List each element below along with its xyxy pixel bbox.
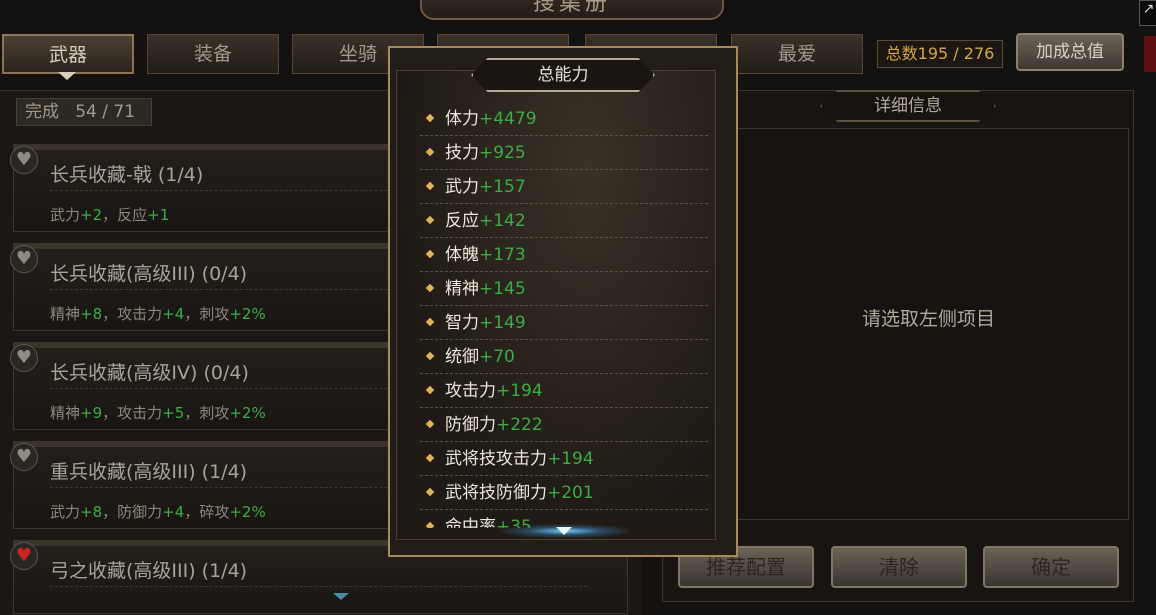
collection-stats: 精神+9，攻击力+5，刺攻+2% — [50, 404, 266, 422]
collection-name: 长兵收藏(高级III) (0/4) — [50, 263, 248, 285]
edge-decoration — [1144, 36, 1156, 72]
window-title: 搜集册 — [420, 0, 724, 20]
collection-stats: 精神+8，攻击力+4，刺攻+2% — [50, 305, 266, 323]
tab-weapons[interactable]: 武器 — [2, 34, 134, 74]
collection-name: 重兵收藏(高级III) (1/4) — [50, 461, 248, 483]
chevron-down-icon[interactable] — [556, 527, 572, 535]
total-count: 总数195 / 276 — [877, 40, 1003, 68]
stat-row: 武力+157 — [420, 170, 708, 204]
close-icon[interactable]: ↗ — [1139, 0, 1156, 26]
stat-row: 反应+142 — [420, 204, 708, 238]
heart-icon[interactable]: ♥ — [10, 245, 38, 273]
tab-equipment[interactable]: 装备 — [147, 34, 279, 74]
bonus-total-button[interactable]: 加成总值 — [1016, 33, 1124, 71]
heart-icon[interactable]: ♥ — [10, 146, 38, 174]
stat-row: 武将技防御力+201 — [420, 476, 708, 510]
collection-stats: 武力+2，反应+1 — [50, 206, 170, 224]
tab-favorites[interactable]: 最爱 — [731, 34, 863, 74]
stat-row: 体魄+173 — [420, 238, 708, 272]
popup-title: 总能力 — [471, 58, 655, 92]
collection-name: 长兵收藏-戟 (1/4) — [50, 164, 204, 186]
stat-row: 技力+925 — [420, 136, 708, 170]
popup-stat-list[interactable]: 体力+4479 技力+925 武力+157 反应+142 体魄+173 精神+1… — [396, 100, 716, 528]
stat-row: 防御力+222 — [420, 408, 708, 442]
stat-row: 体力+4479 — [420, 102, 708, 136]
progress-label: 完成 — [25, 102, 59, 122]
progress-value: 54 / 71 — [75, 102, 136, 122]
stat-row: 统御+70 — [420, 340, 708, 374]
stat-row: 攻击力+194 — [420, 374, 708, 408]
clear-button[interactable]: 清除 — [831, 546, 967, 588]
collection-stats: 武力+8，防御力+4，碎攻+2% — [50, 503, 266, 521]
stat-row: 精神+145 — [420, 272, 708, 306]
heart-icon[interactable]: ♥ — [10, 443, 38, 471]
heart-icon[interactable]: ♥ — [10, 344, 38, 372]
collection-name: 弓之收藏(高级III) (1/4) — [50, 560, 248, 582]
chevron-down-icon[interactable] — [333, 593, 349, 600]
collection-name: 长兵收藏(高级IV) (0/4) — [50, 362, 249, 384]
confirm-button[interactable]: 确定 — [983, 546, 1119, 588]
stat-row: 智力+149 — [420, 306, 708, 340]
divider — [50, 586, 587, 587]
detail-hint: 请选取左侧项目 — [861, 308, 995, 330]
active-tab-indicator — [58, 72, 76, 80]
stat-row: 武将技攻击力+194 — [420, 442, 708, 476]
heart-icon[interactable]: ♥ — [10, 542, 38, 570]
detail-title: 详细信息 — [820, 90, 996, 122]
completion-progress: 完成 54 / 71 — [16, 98, 152, 126]
